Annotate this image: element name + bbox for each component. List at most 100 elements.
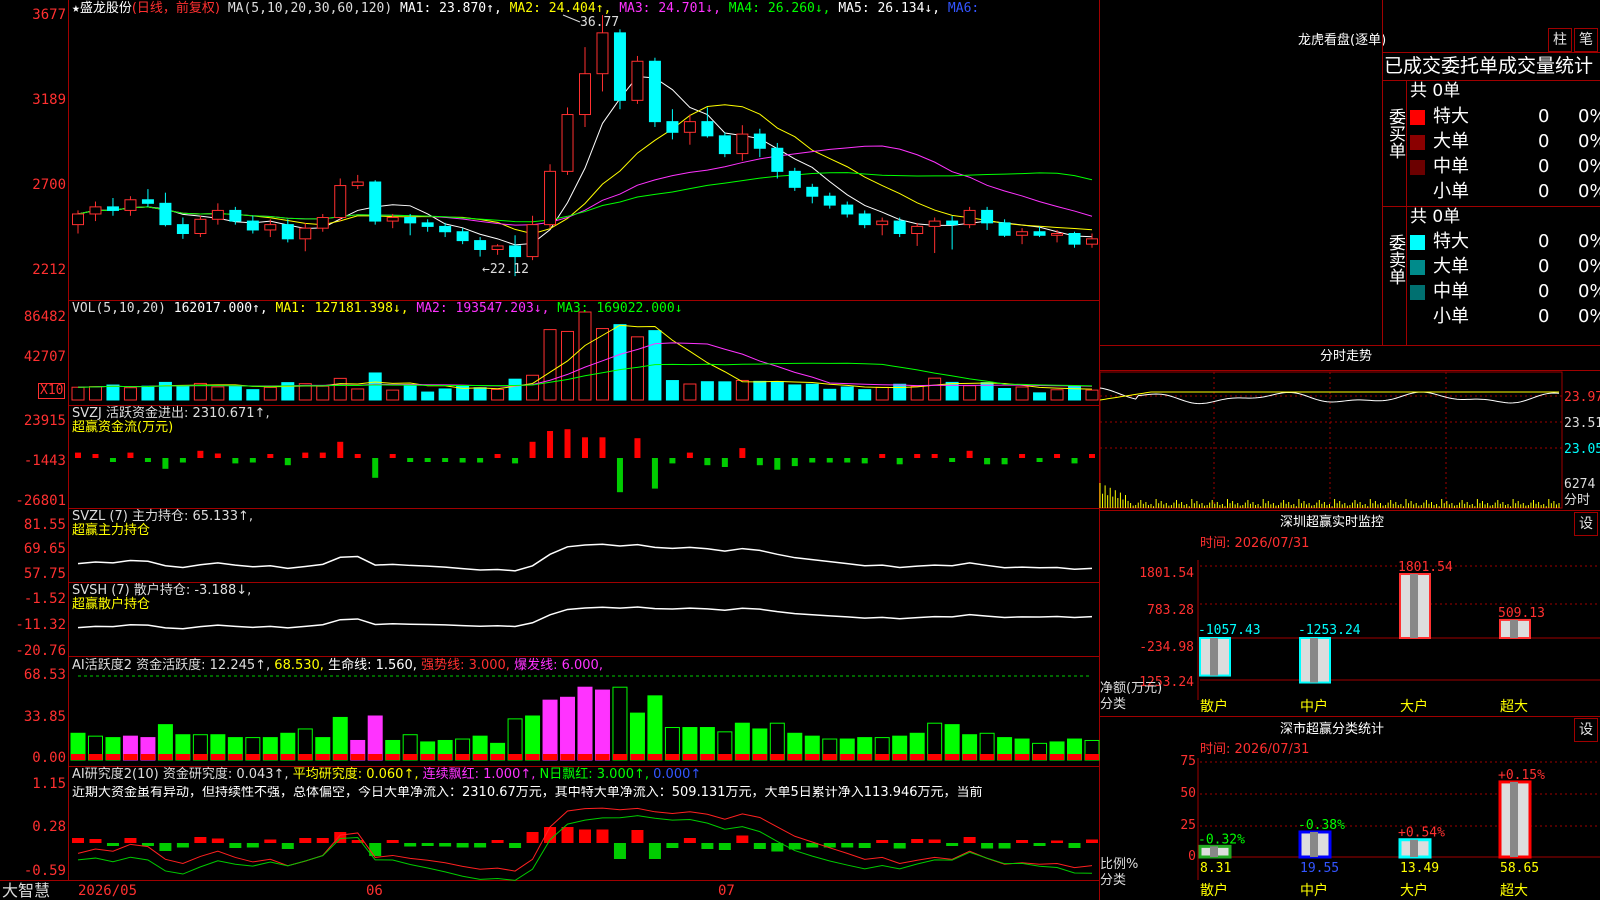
research-bar — [701, 843, 714, 849]
fl-ytick: 25 — [1180, 818, 1196, 833]
ai2-comment: 近期大资金虽有异动，但持续性不强，总体偏空，今日大单净流入：2310.67万元，… — [72, 786, 983, 800]
fs-vol: 6274 — [1564, 477, 1596, 492]
volume-bar — [788, 384, 802, 401]
high-price-label: 36.77 — [580, 15, 620, 30]
tick-view-button[interactable]: 笔 — [1574, 28, 1598, 52]
x-label: 07 — [718, 883, 735, 899]
flow-bar — [302, 452, 309, 458]
ai2-v3: 连续飘红: 1.000↑, — [422, 767, 536, 782]
flow-bar — [372, 458, 379, 478]
sell-row: 大单 0 0% — [1410, 256, 1600, 278]
research-bar — [159, 843, 172, 851]
activity-base — [787, 754, 802, 760]
kline-chart[interactable] — [0, 0, 1100, 900]
y-tick: -11.32 — [15, 617, 66, 633]
flow-bar — [407, 458, 414, 462]
row-name: 特大 — [1433, 231, 1469, 252]
flow-bar — [616, 458, 623, 493]
y-tick: 57.75 — [23, 566, 66, 582]
research-bar — [683, 838, 696, 843]
activity-base — [1050, 754, 1065, 760]
high-pointer — [562, 14, 581, 23]
candle — [106, 206, 119, 211]
activity-base — [822, 754, 837, 760]
flow-bar — [739, 448, 746, 458]
flow-bar — [1019, 454, 1026, 458]
flow-bar — [756, 458, 763, 466]
kline-mode[interactable]: (日线，前复权) — [132, 1, 220, 16]
sz-ytick: 783.28 — [1147, 603, 1194, 618]
volume-bar — [928, 377, 942, 401]
y-tick: -20.76 — [15, 643, 66, 659]
flow-bar — [791, 458, 798, 467]
research-bar — [141, 843, 154, 846]
activity-base — [980, 754, 995, 760]
activity-base — [910, 754, 925, 760]
stock-name[interactable]: 盛龙股份 — [80, 1, 132, 16]
research-bar — [281, 843, 294, 849]
ai2-v4: N日飘红: 3.000↑, — [539, 767, 650, 782]
volume-bar — [998, 387, 1012, 401]
flow-bar — [704, 458, 711, 466]
flow-bar — [284, 458, 291, 466]
row-pct: 0% — [1578, 281, 1600, 302]
column-view-button[interactable]: 柱 — [1548, 28, 1572, 52]
activity-base — [298, 754, 313, 760]
x-label: 2026/05 — [78, 883, 138, 899]
flow-bar — [459, 458, 466, 463]
vol-ma2: MA2: 193547.203↓, — [416, 301, 550, 316]
volume-bar — [491, 388, 505, 401]
research-avg-line — [77, 815, 1093, 881]
legend-swatch — [1410, 234, 1425, 250]
ai2-v2: 平均研究度: 0.060↑, — [292, 767, 419, 782]
candle — [858, 213, 871, 226]
y-tick: 23915 — [23, 413, 66, 429]
ai1-header: AI活跃度2 资金活跃度: 12.245↑, 68.530, 生命线: 1.56… — [72, 659, 603, 673]
activity-base — [543, 754, 558, 760]
research-bar — [1051, 840, 1064, 843]
flow-bar — [197, 450, 204, 458]
y-tick: 2212 — [32, 262, 66, 278]
candle — [806, 186, 819, 197]
row-pct: 0% — [1578, 106, 1600, 127]
research-bar — [911, 839, 924, 843]
candle — [124, 199, 137, 211]
activity-base — [560, 754, 575, 760]
row-count: 0 — [1538, 156, 1550, 177]
activity-base — [263, 754, 278, 760]
activity-base — [455, 754, 470, 760]
legend-swatch — [1410, 284, 1425, 300]
y-tick: 69.65 — [23, 541, 66, 557]
flow-bar — [494, 454, 501, 458]
fs-ytick: 23.51 — [1564, 416, 1600, 431]
volume-bar — [595, 328, 609, 401]
volume-bar — [246, 389, 260, 401]
activity-base — [385, 754, 400, 760]
y-tick: 2700 — [32, 177, 66, 193]
activity-base — [158, 754, 173, 760]
flow-bar — [1001, 458, 1008, 465]
sz-ytick: 1801.54 — [1139, 566, 1194, 581]
flow-bar — [774, 458, 781, 470]
flow-bar — [144, 458, 151, 462]
activity-base — [840, 754, 855, 760]
activity-bar — [542, 699, 558, 761]
research-bar — [1086, 839, 1098, 843]
app-logo[interactable]: 大智慧 — [2, 882, 50, 899]
y-tick: 33.85 — [23, 709, 66, 725]
sz-ylabel: 净额(万元) — [1100, 681, 1163, 696]
fl-settings-button[interactable]: 设 — [1574, 718, 1598, 742]
volume-bar — [368, 372, 382, 401]
activity-bar — [525, 715, 541, 761]
volume-bar — [508, 378, 522, 401]
flow-bar — [1054, 454, 1061, 458]
volume-bar — [665, 380, 679, 401]
volume-bar — [840, 386, 854, 401]
flow-bar — [844, 458, 851, 463]
sz-settings-button[interactable]: 设 — [1574, 512, 1598, 536]
research-bar — [858, 843, 871, 848]
flow-bar — [896, 458, 903, 465]
candle — [946, 220, 959, 226]
star-icon[interactable]: ★ — [72, 1, 80, 16]
y-tick: 42707 — [23, 349, 66, 365]
